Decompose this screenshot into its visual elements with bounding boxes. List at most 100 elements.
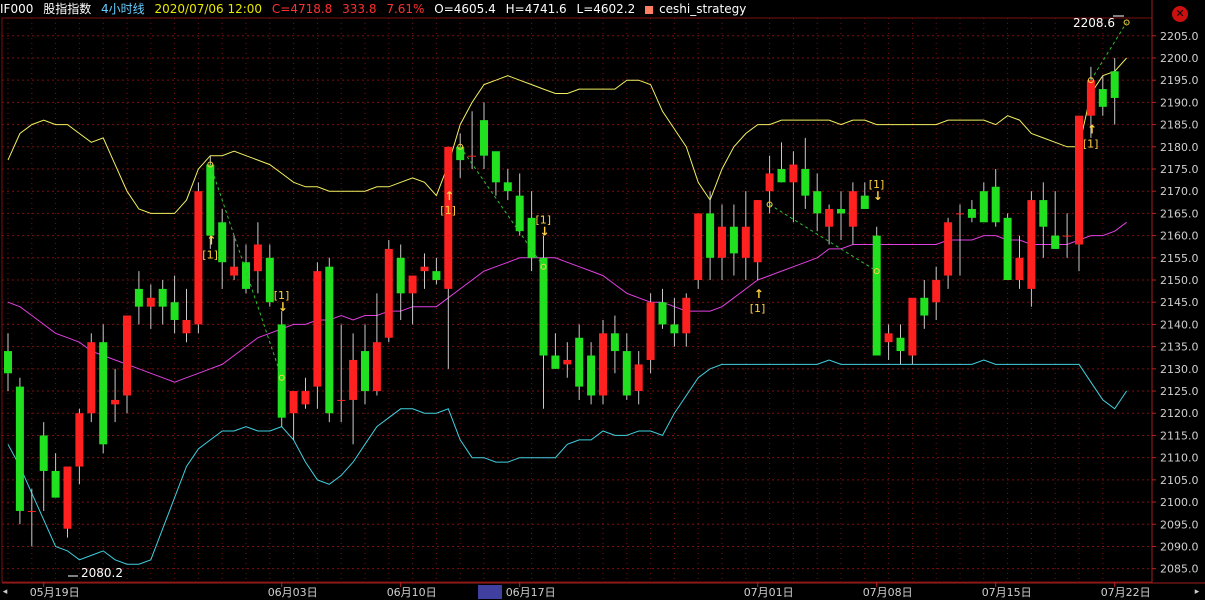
- candle-body: [230, 266, 239, 276]
- candle-body: [27, 510, 36, 512]
- high-extreme-label: 2208.6: [1073, 16, 1115, 30]
- candle-body: [1086, 80, 1095, 116]
- candle-body: [837, 208, 845, 214]
- candle-body: [753, 200, 762, 263]
- candle-body: [325, 266, 334, 414]
- y-tick-label: 2145.0: [1160, 296, 1199, 309]
- candle-body: [301, 391, 310, 405]
- y-tick-label: 2190.0: [1160, 96, 1199, 109]
- candle-body: [515, 195, 524, 232]
- signal-up-arrow-icon: ↑: [444, 189, 454, 203]
- y-tick-label: 2195.0: [1160, 74, 1199, 87]
- candle-body: [480, 120, 488, 156]
- candle-body: [396, 257, 405, 294]
- candle-body: [967, 208, 976, 218]
- candle-body: [277, 324, 286, 418]
- y-tick-label: 2100.0: [1160, 496, 1199, 509]
- candle-body: [444, 146, 453, 289]
- trade-line: [769, 204, 877, 272]
- y-tick-label: 2110.0: [1160, 452, 1199, 465]
- signal-up-arrow-icon: ↑: [1087, 122, 1097, 136]
- candle-body: [1051, 235, 1060, 249]
- scrollbar-thumb[interactable]: [478, 585, 502, 599]
- signal-label: [1]: [274, 289, 290, 302]
- scroll-left-icon[interactable]: ◂: [0, 586, 10, 598]
- candle-body: [956, 213, 964, 215]
- scroll-right-icon[interactable]: ▸: [1192, 586, 1202, 598]
- x-tick-label: 06月17日: [506, 586, 556, 599]
- y-tick-label: 2175.0: [1160, 163, 1199, 176]
- candle-body: [682, 297, 691, 334]
- candle-body: [182, 319, 191, 334]
- y-tick-label: 2205.0: [1160, 30, 1199, 43]
- candle-body: [253, 244, 262, 272]
- candle-body: [123, 315, 131, 396]
- candle-body: [372, 342, 381, 392]
- candle-body: [694, 213, 703, 281]
- candle-body: [1098, 89, 1107, 107]
- candle-body: [563, 359, 572, 365]
- x-tick-label: 07月08日: [863, 586, 913, 599]
- signal-down-arrow-icon: ↓: [278, 300, 288, 314]
- candle-body: [908, 297, 917, 356]
- candle-body: [1015, 257, 1024, 281]
- signal-up-arrow-icon: ↑: [206, 233, 216, 247]
- candle-body: [599, 333, 607, 396]
- candle-body: [206, 164, 215, 236]
- signal-label: [1]: [869, 178, 885, 191]
- y-tick-label: 2095.0: [1160, 518, 1199, 531]
- candle-body: [706, 213, 715, 258]
- candle-body: [158, 288, 167, 307]
- candle-body: [361, 351, 369, 392]
- y-tick-label: 2135.0: [1160, 341, 1199, 354]
- candle-body: [920, 297, 929, 316]
- candle-body: [670, 324, 679, 334]
- candle-body: [146, 297, 155, 307]
- candle-body: [491, 151, 500, 183]
- y-tick-label: 2165.0: [1160, 207, 1199, 220]
- candle-body: [134, 288, 143, 307]
- candle-body: [87, 342, 96, 414]
- y-tick-label: 2105.0: [1160, 474, 1199, 487]
- signal-label: [1]: [202, 248, 218, 261]
- candle-body: [848, 191, 857, 227]
- candle-body: [944, 222, 953, 276]
- candle-body: [218, 222, 227, 263]
- x-tick-label: 05月19日: [30, 586, 80, 599]
- candle-body: [468, 155, 477, 157]
- candle-body: [456, 146, 465, 161]
- candle-body: [408, 275, 417, 294]
- y-tick-label: 2160.0: [1160, 230, 1199, 243]
- x-tick-label: 06月03日: [268, 586, 318, 599]
- candle-body: [384, 248, 393, 338]
- candle-body: [718, 226, 726, 258]
- signal-label: [1]: [1083, 137, 1099, 150]
- candle-body: [1039, 200, 1048, 227]
- signal-label: [1]: [536, 214, 552, 227]
- candle-body: [4, 351, 12, 374]
- candle-body: [63, 466, 72, 529]
- candle-body: [194, 191, 203, 325]
- candle-body: [872, 235, 881, 356]
- candle-body: [503, 182, 512, 192]
- trade-line: [459, 146, 544, 267]
- candle-body: [587, 355, 596, 396]
- candle-body: [551, 355, 560, 369]
- candle-body: [825, 208, 834, 227]
- candle-body: [170, 302, 179, 320]
- y-tick-label: 2185.0: [1160, 119, 1199, 132]
- candlestick-chart[interactable]: 2205.0 2200.0 2195.0 2190.0 2185.0 2180.0 2175…: [0, 0, 1205, 600]
- signal-label: [1]: [440, 204, 456, 217]
- candle-body: [527, 217, 536, 258]
- candle-body: [860, 195, 869, 209]
- candle-body: [932, 280, 941, 303]
- candle-body: [289, 391, 298, 414]
- y-tick-label: 2140.0: [1160, 318, 1199, 331]
- candle-body: [813, 191, 822, 214]
- candle-body: [741, 226, 750, 258]
- candle-body: [51, 470, 60, 498]
- candle-body: [420, 266, 429, 272]
- signal-up-arrow-icon: ↑: [754, 287, 764, 301]
- trade-line: [1090, 22, 1128, 81]
- candle-body: [99, 342, 108, 445]
